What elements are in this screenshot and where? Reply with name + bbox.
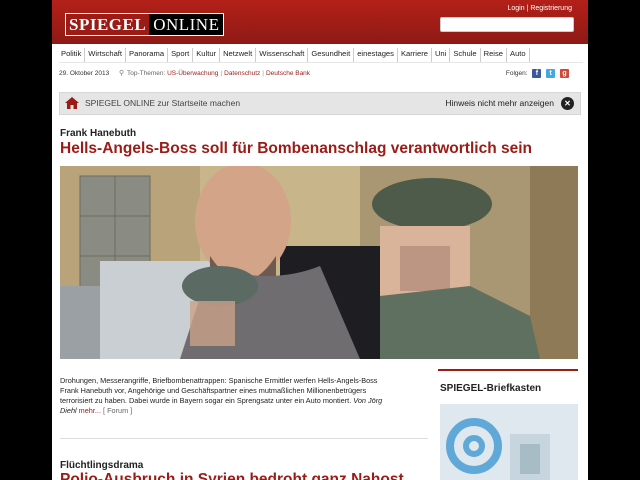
logo[interactable]: SPIEGEL ONLINE — [65, 13, 225, 36]
nav-item-wissenschaft[interactable]: Wissenschaft — [256, 48, 309, 62]
twitter-icon[interactable]: t — [546, 68, 556, 78]
page: SPIEGEL ONLINE Login | Registrierung Pol… — [52, 0, 588, 480]
divider — [60, 438, 428, 439]
top-topics: ⚲ Top-Themen: US-Überwachung | Datenschutz |… — [119, 64, 310, 84]
sidebar-title[interactable]: SPIEGEL-Briefkasten — [440, 383, 541, 394]
nav-item-netzwelt[interactable]: Netzwelt — [220, 48, 257, 62]
home-icon — [65, 97, 79, 109]
search-input[interactable] — [440, 17, 574, 32]
register-link[interactable]: Registrierung — [530, 5, 572, 12]
teaser-line: terrorisiert zu haben. Dabei wurde in Ba… — [60, 396, 425, 406]
nav-item-sport[interactable]: Sport — [168, 48, 194, 62]
nav-item-uni[interactable]: Uni — [432, 48, 451, 62]
nav-item-karriere[interactable]: Karriere — [398, 48, 432, 62]
pin-icon: ⚲ — [119, 70, 125, 77]
nav-item-gesundheit[interactable]: Gesundheit — [308, 48, 355, 62]
main-nav: Politik Wirtschaft Panorama Sport Kultur Netz… — [59, 48, 583, 63]
article-author: Von Jörg — [353, 396, 383, 405]
forum-link[interactable]: [ Forum ] — [103, 406, 132, 415]
mailbox-illustration — [440, 404, 578, 480]
logo-spiegel: SPIEGEL — [66, 14, 150, 35]
current-date: 29. Oktober 2013 — [59, 70, 110, 77]
nav-item-kultur[interactable]: Kultur — [193, 48, 221, 62]
homepage-banner: SPIEGEL ONLINE zur Startseite machen Hin… — [59, 92, 581, 115]
login-links: Login | Registrierung — [508, 5, 573, 12]
facebook-icon[interactable]: f — [532, 68, 542, 78]
nav-item-politik[interactable]: Politik — [59, 48, 86, 62]
top-topics-label: Top-Themen: — [127, 70, 166, 77]
topic-link[interactable]: US-Überwachung — [167, 70, 218, 77]
follow-label: Folgen: — [505, 70, 528, 77]
article-headline[interactable]: Hells-Angels-Boss soll für Bombenanschla… — [60, 140, 532, 158]
teaser-line: Drohungen, Messerangriffe, Briefbombenat… — [60, 376, 378, 385]
article2-headline[interactable]: Polio-Ausbruch in Syrien bedroht ganz Na… — [60, 471, 404, 480]
nav-item-panorama[interactable]: Panorama — [126, 48, 169, 62]
topic-link[interactable]: Deutsche Bank — [266, 70, 310, 77]
login-link[interactable]: Login — [508, 5, 525, 12]
nav-item-wirtschaft[interactable]: Wirtschaft — [85, 48, 127, 62]
follow-links: Folgen: f t g — [506, 64, 569, 84]
article-photo[interactable] — [60, 166, 578, 359]
article-kicker: Frank Hanebuth — [60, 128, 137, 139]
article-teaser: Drohungen, Messerangriffe, Briefbombenat… — [60, 376, 425, 416]
nav-item-einestages[interactable]: einestages — [354, 48, 398, 62]
nav-item-reise[interactable]: Reise — [481, 48, 508, 62]
nav-item-schule[interactable]: Schule — [450, 48, 481, 62]
teaser-line: Diehl mehr... [ Forum ] — [60, 406, 425, 416]
hide-hint-link[interactable]: Hinweis nicht mehr anzeigen — [445, 93, 554, 114]
topic-link[interactable]: Datenschutz — [224, 70, 260, 77]
article-photo-illustration — [60, 166, 578, 359]
site-header: SPIEGEL ONLINE Login | Registrierung — [52, 0, 588, 44]
nav-item-auto[interactable]: Auto — [507, 48, 530, 62]
more-link[interactable]: mehr... — [79, 406, 101, 415]
close-icon[interactable]: ✕ — [561, 97, 574, 110]
set-homepage-link[interactable]: SPIEGEL ONLINE zur Startseite machen — [85, 93, 240, 114]
teaser-line-text: terrorisiert zu haben. Dabei wurde in Ba… — [60, 396, 352, 405]
sidebar-image[interactable] — [440, 404, 578, 480]
article-author-surname: Diehl — [60, 406, 77, 415]
teaser-line: Frank Hanebuth vor, Angehörige und Gesch… — [60, 386, 367, 395]
date-bar: 29. Oktober 2013 ⚲ Top-Themen: US-Überwac… — [59, 64, 583, 84]
sidebar-divider — [438, 369, 578, 371]
logo-online: ONLINE — [149, 14, 224, 35]
article2-kicker: Flüchtlingsdrama — [60, 460, 144, 471]
googleplus-icon[interactable]: g — [560, 68, 569, 78]
